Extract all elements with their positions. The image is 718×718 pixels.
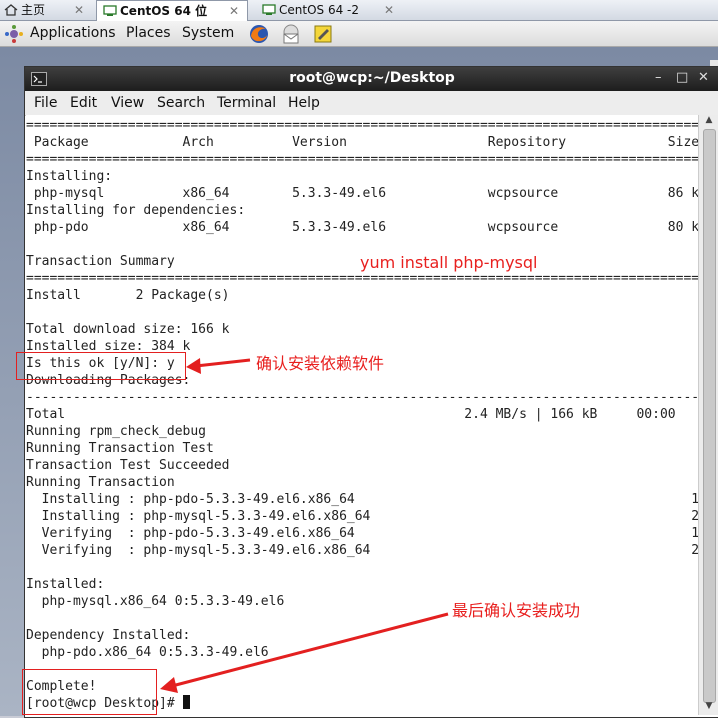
scroll-down-arrow-icon[interactable]: ▼ xyxy=(699,701,718,715)
menu-bar: File Edit View Search Terminal Help xyxy=(25,91,718,116)
vm-tab-centos-64-2-label: CentOS 64 -2 xyxy=(279,3,359,17)
applications-menu[interactable]: Applications xyxy=(30,25,116,41)
terminal-output[interactable]: ========================================… xyxy=(26,115,698,715)
scrollbar-thumb[interactable] xyxy=(703,129,716,703)
vm-screen-icon xyxy=(262,4,276,15)
home-icon xyxy=(4,4,18,16)
vm-tab-centos-64[interactable]: CentOS 64 位 ✕ xyxy=(96,0,248,21)
complete-highlight-box xyxy=(22,669,157,715)
scroll-up-arrow-icon[interactable]: ▲ xyxy=(699,115,718,129)
window-titlebar[interactable]: root@wcp:~/Desktop – □ ✕ xyxy=(25,67,718,91)
minimize-button[interactable]: – xyxy=(655,70,662,85)
menu-view[interactable]: View xyxy=(111,95,144,111)
gnome-top-panel: Applications Places System xyxy=(0,21,718,47)
terminal-window: root@wcp:~/Desktop – □ ✕ File Edit View … xyxy=(24,66,718,718)
menu-help[interactable]: Help xyxy=(288,95,320,111)
menu-file[interactable]: File xyxy=(34,95,57,111)
annotation-confirm: 确认安装依赖软件 xyxy=(256,354,385,373)
text-cursor xyxy=(182,695,190,709)
text-editor-icon[interactable] xyxy=(312,23,334,45)
mail-client-icon[interactable] xyxy=(280,23,302,45)
close-icon[interactable]: ✕ xyxy=(229,1,239,21)
vm-tab-home-label: 主页 xyxy=(21,3,46,17)
confirm-highlight-box xyxy=(16,352,186,380)
firefox-icon[interactable] xyxy=(248,23,270,45)
window-title: root@wcp:~/Desktop xyxy=(289,70,455,86)
terminal-text: ========================================… xyxy=(26,118,698,711)
places-menu[interactable]: Places xyxy=(126,25,171,41)
vm-tab-centos-64-2[interactable]: CentOS 64 -2 ✕ xyxy=(258,0,408,20)
maximize-button[interactable]: □ xyxy=(676,70,688,85)
menu-edit[interactable]: Edit xyxy=(70,95,97,111)
vm-screen-icon xyxy=(103,5,117,16)
close-icon[interactable]: ✕ xyxy=(384,0,394,20)
menu-terminal[interactable]: Terminal xyxy=(217,95,276,111)
menu-search[interactable]: Search xyxy=(157,95,205,111)
gnome-foot-icon xyxy=(5,25,23,43)
vm-tab-home[interactable]: 主页 ✕ xyxy=(4,0,90,20)
vm-tab-bar: 主页 ✕ CentOS 64 位 ✕ CentOS 64 -2 ✕ xyxy=(0,0,718,21)
annotation-command: yum install php-mysql xyxy=(360,253,538,272)
vm-tab-centos-64-label: CentOS 64 位 xyxy=(120,4,208,18)
annotation-success: 最后确认安装成功 xyxy=(452,601,581,620)
terminal-scrollbar[interactable]: ▲ ▼ xyxy=(698,115,718,715)
close-button[interactable]: ✕ xyxy=(698,70,709,85)
system-menu[interactable]: System xyxy=(182,25,234,41)
close-icon[interactable]: ✕ xyxy=(74,0,84,20)
